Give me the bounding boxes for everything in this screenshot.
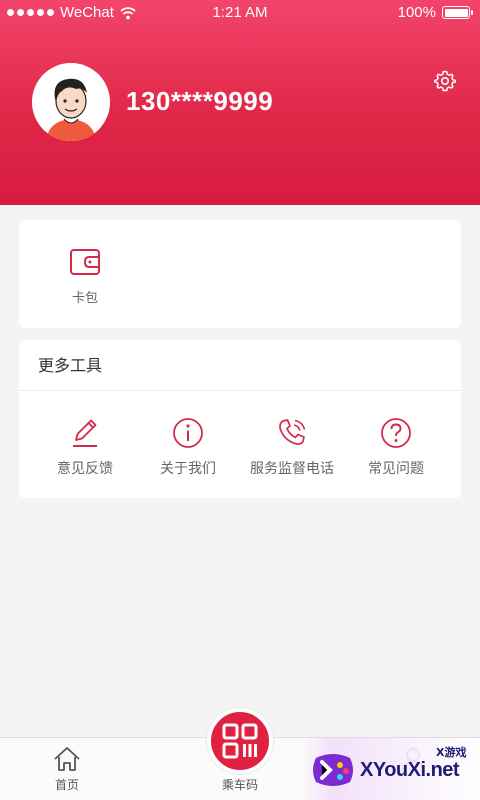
wallet-card: 卡包 (19, 220, 461, 328)
phone-icon (279, 419, 306, 445)
tool-about[interactable]: 关于我们 (133, 416, 243, 478)
game-logo-icon (313, 754, 353, 786)
tools-card: 更多工具 意见反馈 关于我们 服务监督电话 常见问题 (19, 340, 461, 498)
tool-faq-label: 常见问题 (368, 461, 424, 477)
tab-ride-code[interactable]: 乘车码 (200, 708, 280, 793)
ride-code-button[interactable] (207, 708, 273, 774)
tool-faq[interactable]: 常见问题 (341, 416, 451, 478)
pencil-icon (73, 419, 97, 447)
battery-percent: 100% (397, 4, 436, 21)
status-right: 100% (397, 4, 473, 21)
status-bar: WeChat 1:21 AM 100% (0, 0, 480, 26)
gear-icon[interactable] (433, 69, 457, 93)
tool-feedback[interactable]: 意见反馈 (30, 416, 140, 478)
profile-header: WeChat 1:21 AM 100% 130****9999 (0, 0, 480, 205)
watermark-subtext: X游戏 (436, 746, 467, 759)
home-icon (54, 747, 80, 771)
site-watermark: X游戏 XYouXi.net (300, 738, 480, 800)
avatar[interactable] (32, 63, 110, 141)
tool-feedback-label: 意见反馈 (57, 461, 113, 477)
tool-hotline-label: 服务监督电话 (250, 461, 334, 477)
battery-icon (442, 6, 473, 19)
user-phone: 130****9999 (126, 86, 274, 116)
question-icon (381, 418, 411, 448)
wallet-button[interactable]: 卡包 (59, 247, 111, 306)
user-avatar-icon (32, 63, 110, 141)
tools-title: 更多工具 (19, 340, 461, 391)
wallet-label: 卡包 (71, 291, 98, 306)
tab-home-label: 首页 (54, 778, 79, 792)
tab-ride-label: 乘车码 (221, 778, 258, 792)
wallet-icon (70, 249, 100, 275)
qr-code-icon (222, 723, 258, 759)
tools-row: 意见反馈 关于我们 服务监督电话 常见问题 (19, 416, 461, 478)
tool-about-label: 关于我们 (160, 461, 216, 477)
tab-home[interactable]: 首页 (40, 746, 94, 793)
tool-hotline[interactable]: 服务监督电话 (237, 416, 347, 478)
watermark-text: XYouXi.net (360, 759, 460, 781)
info-icon (173, 418, 203, 448)
